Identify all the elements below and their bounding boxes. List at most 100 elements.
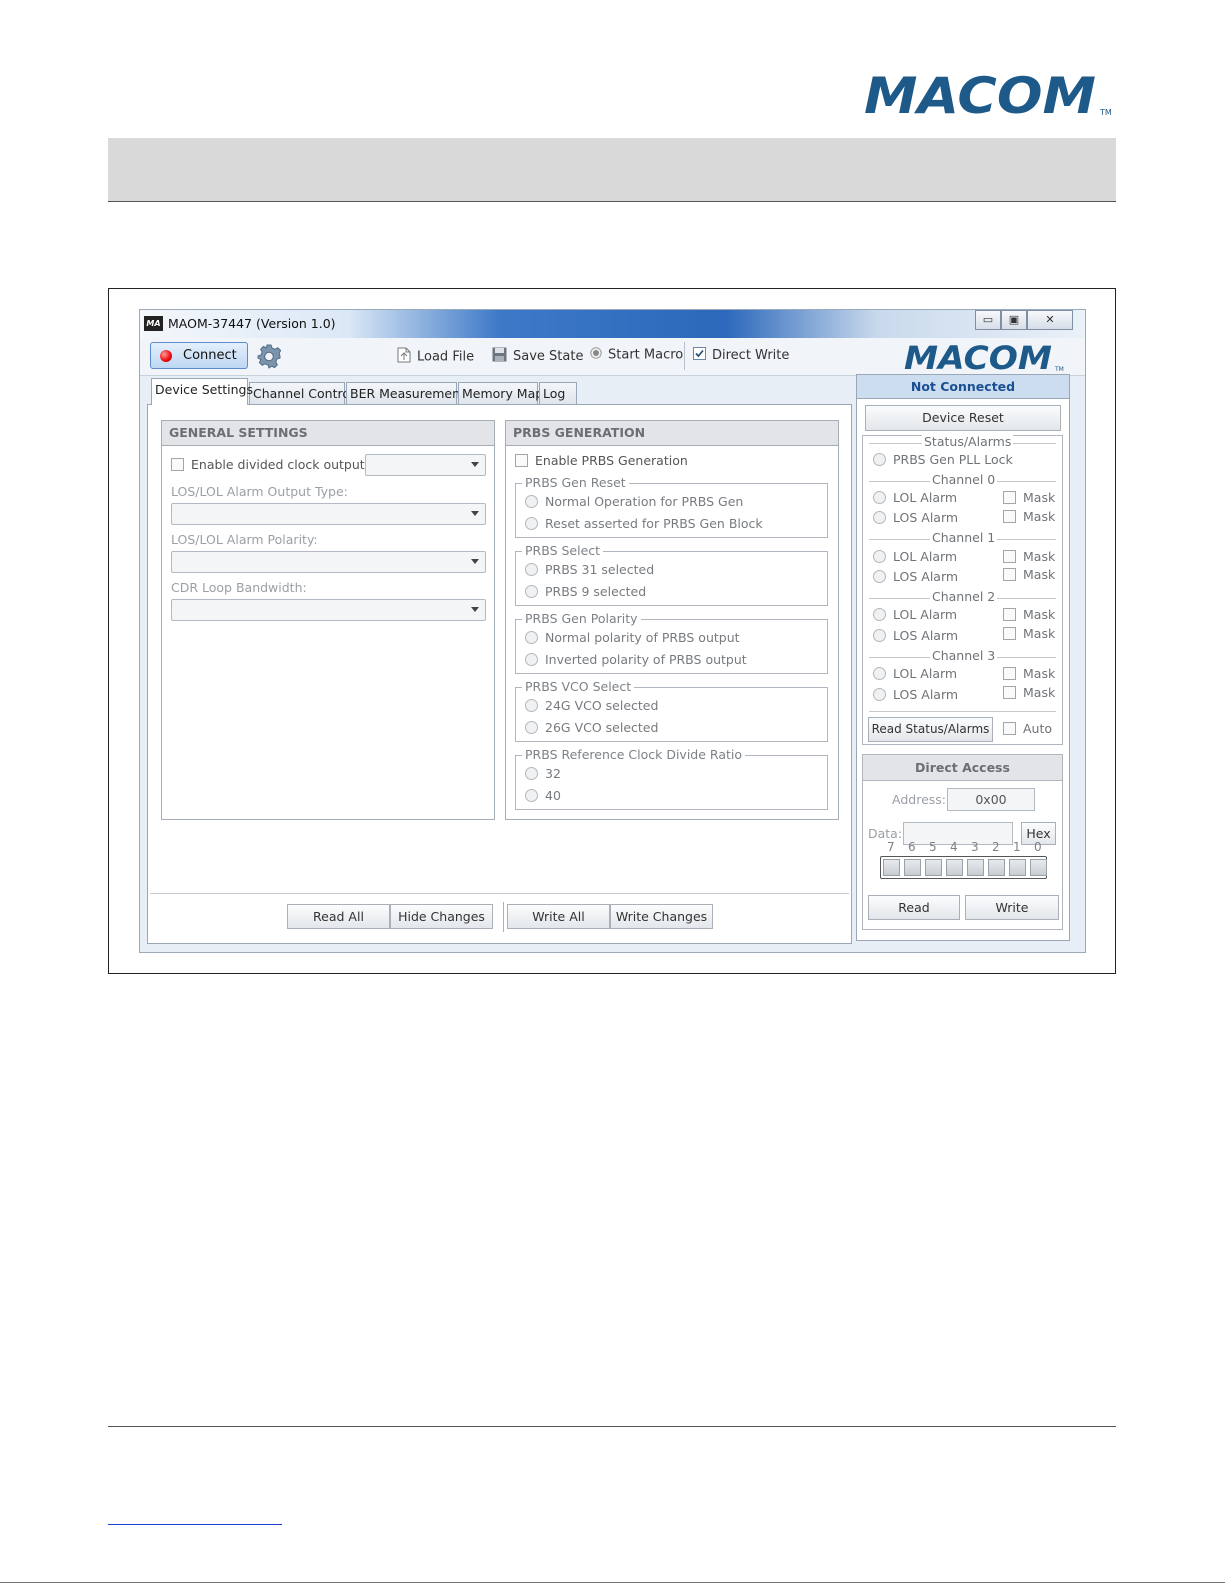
bit-toggle-0[interactable] bbox=[1030, 859, 1047, 876]
lol-mask-option[interactable]: Mask bbox=[1003, 607, 1055, 622]
radio-option-label: Normal polarity of PRBS output bbox=[545, 630, 740, 645]
maximize-button[interactable]: ▣ bbox=[1001, 310, 1027, 330]
bit-toggle-4[interactable] bbox=[946, 859, 963, 876]
direct-write-toggle[interactable]: Direct Write bbox=[693, 347, 789, 364]
prbs-ref-clock-divide-group: PRBS Reference Clock Divide Ratio 32 40 bbox=[515, 747, 828, 810]
radio-button[interactable] bbox=[525, 585, 538, 598]
los-mask-option[interactable]: Mask bbox=[1003, 685, 1055, 700]
auto-label: Auto bbox=[1023, 721, 1053, 736]
write-changes-button[interactable]: Write Changes bbox=[610, 904, 713, 929]
mask-checkbox[interactable] bbox=[1003, 608, 1016, 621]
mask-checkbox[interactable] bbox=[1003, 667, 1016, 680]
lol-mask-option[interactable]: Mask bbox=[1003, 666, 1055, 681]
logo-wordmark: MACOM bbox=[864, 70, 1096, 118]
direct-write-checkbox[interactable] bbox=[693, 347, 706, 364]
tab-ber-measurement[interactable]: BER Measurement bbox=[346, 382, 465, 404]
alarm-output-type-dropdown[interactable] bbox=[171, 503, 486, 525]
los-mask-option[interactable]: Mask bbox=[1003, 509, 1055, 524]
hide-changes-button[interactable]: Hide Changes bbox=[390, 904, 493, 929]
mask-checkbox[interactable] bbox=[1003, 568, 1016, 581]
radio-button[interactable] bbox=[525, 653, 538, 666]
bit-toggle-7[interactable] bbox=[883, 859, 900, 876]
radio-option-label: Inverted polarity of PRBS output bbox=[545, 652, 747, 667]
gear-icon[interactable] bbox=[256, 344, 282, 370]
radio-option[interactable]: 26G VCO selected bbox=[525, 720, 658, 735]
write-all-button[interactable]: Write All bbox=[507, 904, 610, 929]
radio-option[interactable]: Normal polarity of PRBS output bbox=[525, 630, 740, 645]
read-button[interactable]: Read bbox=[868, 895, 960, 920]
tab-device-settings[interactable]: Device Settings bbox=[151, 378, 253, 405]
prbs-gen-reset-group: PRBS Gen Reset Normal Operation for PRBS… bbox=[515, 475, 828, 538]
radio-button[interactable] bbox=[525, 517, 538, 530]
radio-option-label: 26G VCO selected bbox=[545, 720, 659, 735]
lol-alarm-indicator: LOL Alarm bbox=[873, 549, 957, 564]
los-mask-option[interactable]: Mask bbox=[1003, 567, 1055, 582]
led-indicator bbox=[873, 511, 886, 524]
radio-option[interactable]: PRBS 31 selected bbox=[525, 562, 654, 577]
radio-button[interactable] bbox=[525, 699, 538, 712]
mask-checkbox[interactable] bbox=[1003, 510, 1016, 523]
header-band bbox=[108, 138, 1116, 202]
title-bar[interactable]: MA MAOM-37447 (Version 1.0) ▭ ▣ ✕ bbox=[140, 310, 1085, 338]
led-indicator bbox=[873, 667, 886, 680]
radio-option[interactable]: 32 bbox=[525, 766, 561, 781]
radio-option[interactable]: Reset asserted for PRBS Gen Block bbox=[525, 516, 763, 531]
enable-prbs-checkbox[interactable] bbox=[515, 454, 528, 467]
lol-mask-option[interactable]: Mask bbox=[1003, 549, 1055, 564]
mask-checkbox[interactable] bbox=[1003, 491, 1016, 504]
los-alarm-indicator: LOS Alarm bbox=[873, 628, 958, 643]
enable-divided-clock-option[interactable]: Enable divided clock output: bbox=[171, 457, 369, 472]
radio-button[interactable] bbox=[525, 767, 538, 780]
save-state-button[interactable]: Save State bbox=[492, 347, 583, 366]
write-button[interactable]: Write bbox=[965, 895, 1059, 920]
main-panel: Device Settings Channel Control BER Meas… bbox=[147, 378, 852, 944]
radio-button[interactable] bbox=[525, 789, 538, 802]
radio-button[interactable] bbox=[525, 721, 538, 734]
led-indicator bbox=[873, 688, 886, 701]
tab-memory-map[interactable]: Memory Map bbox=[458, 382, 543, 404]
los-alarm-indicator: LOS Alarm bbox=[873, 687, 958, 702]
enable-divided-clock-checkbox[interactable] bbox=[171, 458, 184, 471]
radio-option[interactable]: Normal Operation for PRBS Gen bbox=[525, 494, 743, 509]
connect-button[interactable]: Connect bbox=[150, 342, 248, 369]
led-indicator bbox=[873, 491, 886, 504]
mask-checkbox[interactable] bbox=[1003, 550, 1016, 563]
mask-checkbox[interactable] bbox=[1003, 627, 1016, 640]
tab-log[interactable]: Log bbox=[539, 382, 577, 404]
auto-checkbox[interactable] bbox=[1003, 722, 1016, 735]
start-macro-button[interactable]: Start Macro bbox=[590, 347, 683, 363]
radio-button[interactable] bbox=[525, 631, 538, 644]
radio-button[interactable] bbox=[525, 495, 538, 508]
auto-read-option[interactable]: Auto bbox=[1003, 721, 1052, 736]
radio-option[interactable]: 40 bbox=[525, 788, 561, 803]
mask-checkbox[interactable] bbox=[1003, 686, 1016, 699]
bit-toggle-2[interactable] bbox=[988, 859, 1005, 876]
bit-toggle-6[interactable] bbox=[904, 859, 921, 876]
prbs-gen-reset-legend: PRBS Gen Reset bbox=[522, 475, 629, 490]
bit-toggle-5[interactable] bbox=[925, 859, 942, 876]
radio-option[interactable]: 24G VCO selected bbox=[525, 698, 658, 713]
led-indicator bbox=[873, 629, 886, 642]
bit-toggle-1[interactable] bbox=[1009, 859, 1026, 876]
footer-link-underline[interactable] bbox=[108, 1524, 282, 1525]
los-mask-option[interactable]: Mask bbox=[1003, 626, 1055, 641]
minimize-button[interactable]: ▭ bbox=[975, 310, 1001, 330]
lol-mask-option[interactable]: Mask bbox=[1003, 490, 1055, 505]
alarm-polarity-dropdown[interactable] bbox=[171, 551, 486, 573]
divided-clock-dropdown[interactable] bbox=[365, 454, 486, 476]
radio-button[interactable] bbox=[525, 563, 538, 576]
bit-toggle-3[interactable] bbox=[967, 859, 984, 876]
device-reset-button[interactable]: Device Reset bbox=[865, 405, 1061, 431]
lol-alarm-label: LOL Alarm bbox=[893, 607, 958, 622]
read-all-button[interactable]: Read All bbox=[287, 904, 390, 929]
tab-channel-control[interactable]: Channel Control bbox=[249, 382, 353, 404]
read-status-alarms-button[interactable]: Read Status/Alarms bbox=[868, 717, 993, 742]
enable-prbs-option[interactable]: Enable PRBS Generation bbox=[515, 453, 688, 468]
radio-option[interactable]: Inverted polarity of PRBS output bbox=[525, 652, 747, 667]
close-button[interactable]: ✕ bbox=[1027, 310, 1073, 330]
cdr-bandwidth-dropdown[interactable] bbox=[171, 599, 486, 621]
radio-option[interactable]: PRBS 9 selected bbox=[525, 584, 646, 599]
status-alarms-title: Status/Alarms bbox=[922, 434, 1014, 449]
load-file-button[interactable]: Load File bbox=[397, 347, 474, 367]
address-input[interactable]: 0x00 bbox=[947, 788, 1035, 811]
